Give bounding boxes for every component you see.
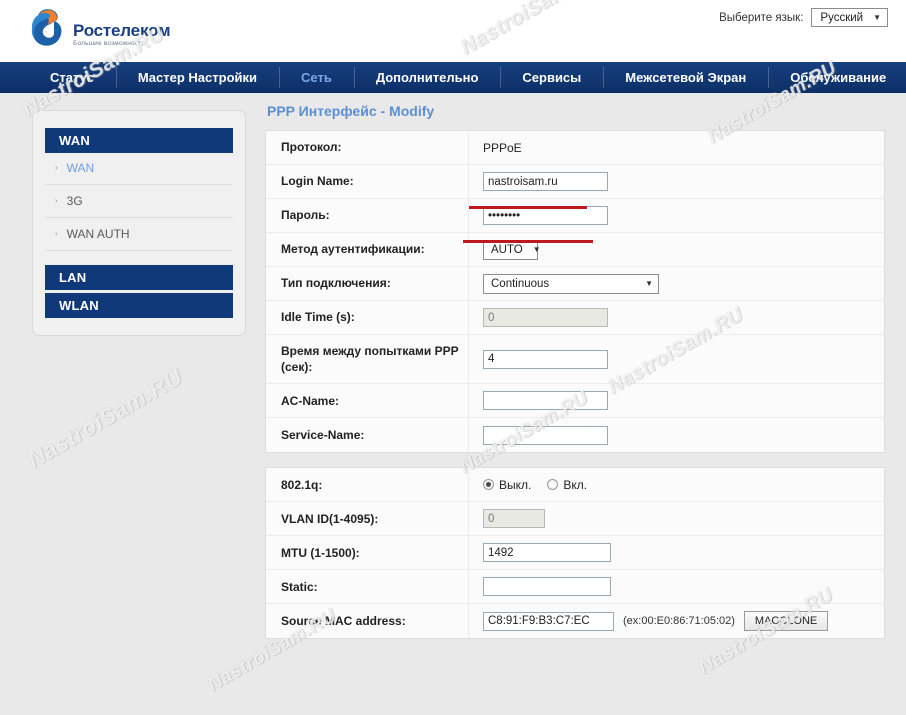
label-password: Пароль: — [266, 199, 469, 232]
source-mac-hint: (ex:00:E0:86:71:05:02) — [623, 615, 735, 627]
row-password: Пароль: •••••••• — [266, 199, 884, 233]
chevron-down-icon: ▼ — [533, 246, 541, 254]
vlan-settings-panel: 802.1q: Выкл. Вкл. — [265, 467, 885, 639]
language-value: Русский — [820, 12, 863, 24]
sidebar-item-3g[interactable]: › 3G — [45, 185, 233, 218]
language-label: Выберите язык: — [719, 12, 803, 24]
page-title: PPP Интерфейс - Modify — [267, 103, 885, 119]
sidebar-section-lan[interactable]: LAN — [45, 265, 233, 290]
label-auth-method: Метод аутентификации: — [266, 233, 469, 266]
chevron-right-icon: › — [55, 230, 58, 238]
dot1q-off-label: Выкл. — [499, 478, 531, 492]
label-ac-name: AC-Name: — [266, 384, 469, 417]
sidebar-item-label: WAN — [67, 161, 95, 175]
service-name-input[interactable] — [483, 426, 608, 445]
rostelecom-logo-icon — [28, 7, 66, 53]
label-mtu: MTU (1-1500): — [266, 536, 469, 569]
sidebar-item-wan[interactable]: › WAN — [45, 153, 233, 185]
source-mac-input[interactable]: C8:91:F9:B3:C7:EC — [483, 612, 614, 631]
idle-time-input[interactable]: 0 — [483, 308, 608, 327]
row-vlan-id: VLAN ID(1-4095): 0 — [266, 502, 884, 536]
label-service-name: Service-Name: — [266, 418, 469, 452]
sidebar-section-wlan[interactable]: WLAN — [45, 293, 233, 318]
sidebar-section-wan: WAN — [45, 128, 233, 153]
radio-button-icon[interactable] — [483, 479, 494, 490]
logo-title: Ростелеком — [73, 22, 170, 39]
login-name-input[interactable]: nastroisam.ru — [483, 172, 608, 191]
nav-item-4[interactable]: Сервисы — [500, 62, 603, 93]
connection-type-dropdown[interactable]: Continuous ▼ — [483, 274, 659, 294]
label-dot1q: 802.1q: — [266, 468, 469, 501]
radio-button-icon[interactable] — [547, 479, 558, 490]
auth-method-dropdown[interactable]: AUTO ▼ — [483, 240, 538, 260]
row-source-mac: Source MAC address: C8:91:F9:B3:C7:EC (e… — [266, 604, 884, 638]
row-static: Static: — [266, 570, 884, 604]
sidebar-item-wan-auth[interactable]: › WAN AUTH — [45, 218, 233, 251]
language-selector: Выберите язык: Русский ▼ — [719, 8, 888, 27]
auth-method-value: AUTO — [491, 244, 523, 256]
label-vlan-id: VLAN ID(1-4095): — [266, 502, 469, 535]
sidebar-item-label: WAN AUTH — [67, 227, 130, 241]
vlan-id-input[interactable]: 0 — [483, 509, 545, 528]
nav-item-0[interactable]: Статус — [28, 62, 116, 93]
sidebar-item-label: 3G — [67, 194, 83, 208]
row-idle-time: Idle Time (s): 0 — [266, 301, 884, 335]
chevron-down-icon: ▼ — [645, 280, 653, 288]
row-connection-type: Тип подключения: Continuous ▼ — [266, 267, 884, 301]
static-input[interactable] — [483, 577, 611, 596]
row-auth-method: Метод аутентификации: AUTO ▼ — [266, 233, 884, 267]
row-service-name: Service-Name: — [266, 418, 884, 452]
nav-item-5[interactable]: Межсетевой Экран — [603, 62, 768, 93]
label-idle-time: Idle Time (s): — [266, 301, 469, 334]
language-dropdown[interactable]: Русский ▼ — [811, 8, 888, 27]
macclone-button[interactable]: MACCLONE — [744, 611, 828, 631]
page-header: Ростелеком Большие возможности Выберите … — [0, 0, 906, 62]
dot1q-radio-group: Выкл. Вкл. — [483, 478, 587, 492]
main-navigation: СтатусМастер НастройкиСетьДополнительноС… — [0, 62, 906, 93]
nav-item-1[interactable]: Мастер Настройки — [116, 62, 279, 93]
password-input[interactable]: •••••••• — [483, 206, 608, 225]
router-admin-page: Ростелеком Большие возможности Выберите … — [0, 0, 906, 715]
label-connection-type: Тип подключения: — [266, 267, 469, 300]
label-static: Static: — [266, 570, 469, 603]
chevron-right-icon: › — [55, 164, 58, 172]
nav-item-2[interactable]: Сеть — [279, 62, 354, 93]
dot1q-option-on[interactable]: Вкл. — [547, 478, 587, 492]
chevron-down-icon: ▼ — [873, 14, 881, 22]
row-ac-name: AC-Name: — [266, 384, 884, 418]
row-login-name: Login Name: nastroisam.ru — [266, 165, 884, 199]
logo-subtitle: Большие возможности — [73, 41, 170, 48]
connection-type-value: Continuous — [491, 278, 549, 290]
row-ppp-retry: Время между попытками PPP (сек): 4 — [266, 335, 884, 384]
dot1q-on-label: Вкл. — [563, 478, 587, 492]
dot1q-option-off[interactable]: Выкл. — [483, 478, 531, 492]
label-login-name: Login Name: — [266, 165, 469, 198]
row-protocol: Протокол: PPPoE — [266, 131, 884, 165]
label-ppp-retry: Время между попытками PPP (сек): — [266, 335, 469, 383]
nav-item-6[interactable]: Обслуживание — [768, 62, 906, 93]
ppp-retry-input[interactable]: 4 — [483, 350, 608, 369]
row-mtu: MTU (1-1500): 1492 — [266, 536, 884, 570]
mtu-input[interactable]: 1492 — [483, 543, 611, 562]
main-form-area: PPP Интерфейс - Modify Протокол: PPPoE L… — [265, 103, 885, 639]
rostelecom-logo: Ростелеком Большие возможности — [28, 7, 170, 53]
ppp-settings-panel: Протокол: PPPoE Login Name: nastroisam.r… — [265, 130, 885, 453]
chevron-right-icon: › — [55, 197, 58, 205]
row-dot1q: 802.1q: Выкл. Вкл. — [266, 468, 884, 502]
sidebar: WAN › WAN › 3G › WAN AUTH LAN WLAN — [32, 110, 246, 336]
label-source-mac: Source MAC address: — [266, 604, 469, 638]
nav-item-3[interactable]: Дополнительно — [354, 62, 501, 93]
label-protocol: Протокол: — [266, 131, 469, 164]
watermark: NastroiSam.RU — [23, 363, 187, 473]
ac-name-input[interactable] — [483, 391, 608, 410]
value-protocol: PPPoE — [483, 141, 522, 155]
